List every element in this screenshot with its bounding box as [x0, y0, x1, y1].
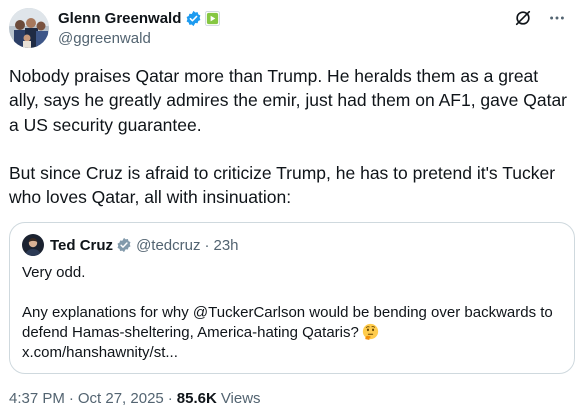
verified-badge-icon	[185, 10, 202, 27]
quoted-author-handle[interactable]: @tedcruz	[136, 237, 200, 254]
verified-badge-icon	[116, 237, 132, 253]
author-name[interactable]: Glenn Greenwald	[58, 10, 181, 27]
quoted-tweet-text: Very odd. Any explanations for why @Tuck…	[22, 263, 562, 363]
tweet-paragraph: Nobody praises Qatar more than Trump. He…	[9, 66, 568, 135]
views-label: Views	[220, 390, 261, 407]
quoted-timestamp[interactable]: 23h	[213, 237, 238, 254]
grok-icon[interactable]	[513, 8, 533, 28]
post-time[interactable]: 4:37 PM	[9, 390, 65, 407]
quoted-paragraph: Very odd.	[22, 264, 86, 281]
post-date[interactable]: Oct 27, 2025	[78, 390, 164, 407]
quoted-tweet-header: Ted Cruz @tedcruz · 23h	[22, 234, 239, 256]
tweet-actions	[513, 8, 567, 28]
quoted-link[interactable]: x.com/hanshawnity/st...	[22, 343, 562, 363]
author-avatar[interactable]	[9, 8, 49, 48]
tweet-paragraph: But since Cruz is afraid to criticize Tr…	[9, 162, 556, 208]
quoted-paragraph-text: Any explanations for why @TuckerCarlson …	[22, 304, 553, 341]
quoted-author-name[interactable]: Ted Cruz	[50, 237, 113, 254]
author-info: Glenn Greenwald @ggreenwald	[58, 9, 221, 47]
more-options-icon[interactable]	[547, 8, 567, 28]
meta-separator: ·	[204, 236, 210, 254]
quoted-author-avatar[interactable]	[22, 234, 44, 256]
tweet: Glenn Greenwald @ggreenwald Nobody prais…	[0, 0, 581, 419]
author-handle[interactable]: @ggreenwald	[58, 30, 220, 47]
thinking-face-emoji	[362, 323, 379, 340]
views-count[interactable]: 85.6K	[177, 390, 217, 407]
rumble-logo-icon[interactable]	[205, 10, 221, 26]
quoted-tweet[interactable]: Ted Cruz @tedcruz · 23h Very odd. Any ex…	[9, 222, 575, 374]
tweet-footer: 4:37 PM · Oct 27, 2025 · 85.6K Views	[9, 390, 261, 407]
meta-separator: ·	[68, 390, 74, 407]
tweet-text: Nobody praises Qatar more than Trump. He…	[9, 64, 571, 209]
meta-separator: ·	[167, 390, 173, 407]
quoted-paragraph: Any explanations for why @TuckerCarlson …	[22, 303, 562, 343]
